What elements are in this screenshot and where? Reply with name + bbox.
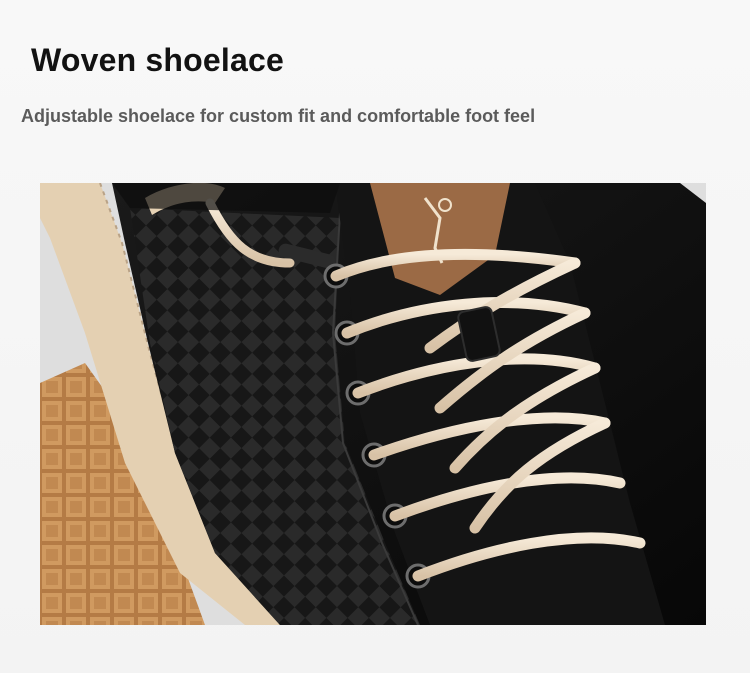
section-title: Woven shoelace [31, 42, 284, 78]
shoe-illustration [40, 183, 706, 625]
shoe-photo [40, 183, 706, 625]
section-subtitle: Adjustable shoelace for custom fit and c… [21, 106, 536, 126]
product-detail-panel: Woven shoelace Adjustable shoelace for c… [0, 0, 750, 673]
